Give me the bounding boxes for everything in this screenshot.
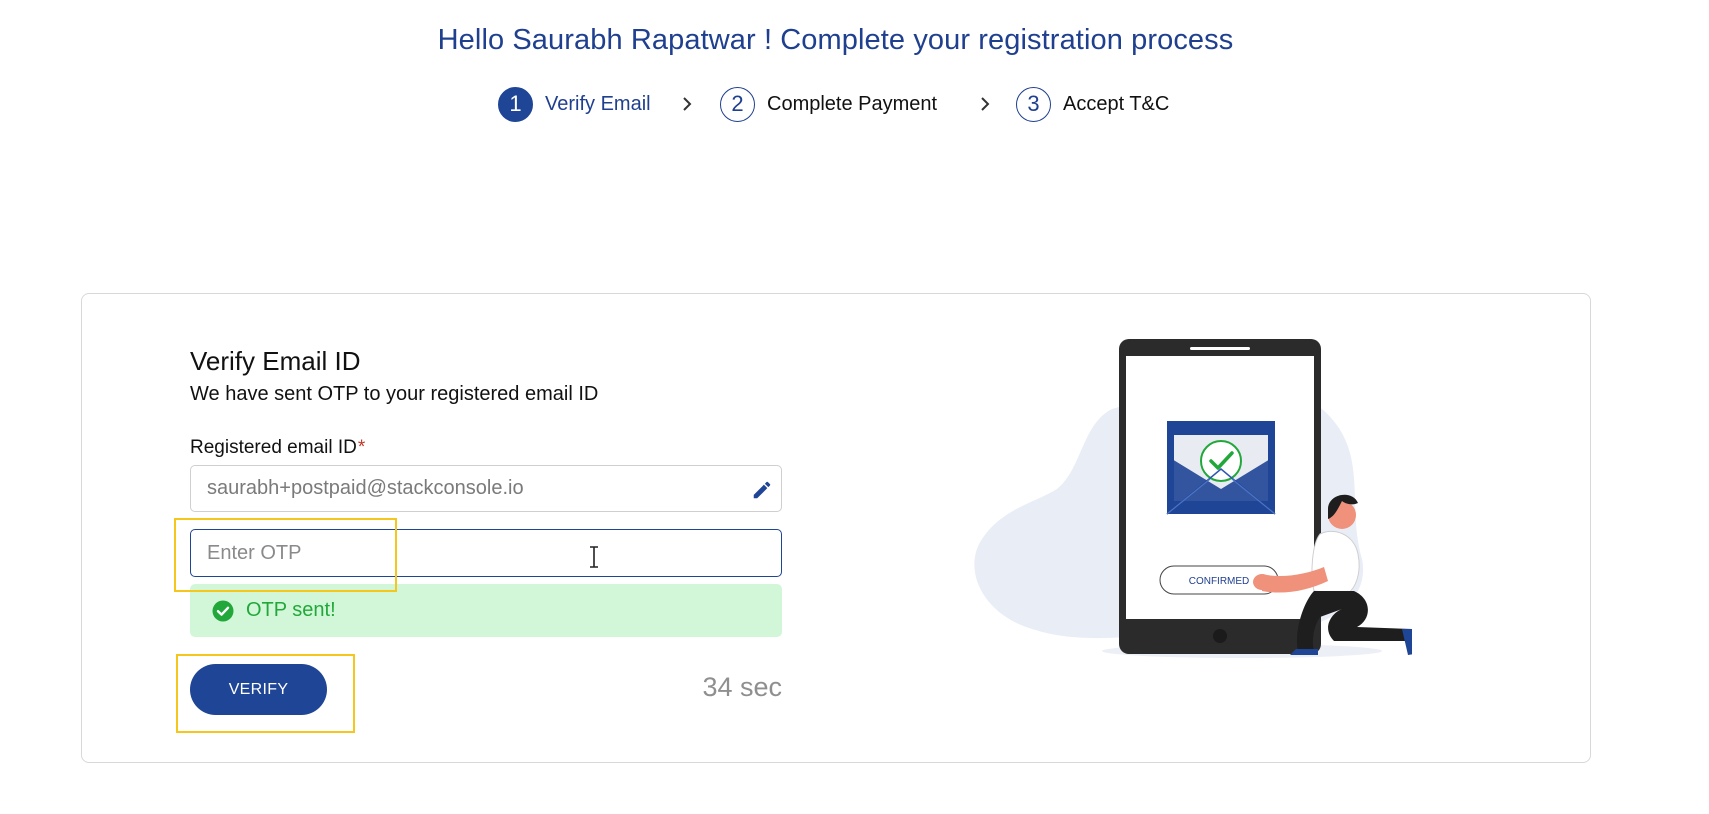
verify-button[interactable]: VERIFY — [190, 664, 327, 715]
step-complete-payment: 2 Complete Payment — [720, 84, 937, 124]
step-accept-tnc: 3 Accept T&C — [1016, 84, 1169, 124]
person-hand — [1253, 574, 1271, 590]
email-label-text: Registered email ID — [190, 437, 357, 458]
page-greeting: Hello Saurabh Rapatwar ! Complete your r… — [437, 24, 1234, 56]
email-confirmed-illustration: CONFIRMED — [974, 339, 1412, 658]
chevron-right-icon — [981, 97, 990, 111]
letter-check-circle — [1200, 440, 1242, 482]
registered-email-field: saurabh+postpaid@stackconsole.io — [190, 465, 782, 512]
otp-sent-alert: OTP sent! — [190, 584, 782, 637]
step-label: Complete Payment — [767, 92, 938, 115]
chevron-right-icon — [683, 97, 692, 111]
confirmed-badge-text: CONFIRMED — [1189, 576, 1250, 587]
resend-timer: 34 sec — [702, 672, 782, 702]
step-label: Accept T&C — [1063, 92, 1170, 115]
required-asterisk: * — [357, 437, 366, 458]
card-title: Verify Email ID — [190, 346, 361, 376]
phone-speaker — [1190, 347, 1250, 350]
step-label: Verify Email — [545, 92, 651, 115]
step-number: 2 — [720, 86, 755, 122]
email-value: saurabh+postpaid@stackconsole.io — [207, 477, 524, 499]
check-circle-icon — [212, 600, 234, 621]
step-verify-email: 1 Verify Email — [498, 84, 651, 124]
person-shoe-right — [1402, 629, 1412, 655]
text-cursor-icon — [590, 546, 598, 568]
alert-message: OTP sent! — [246, 599, 336, 621]
card-subtitle: We have sent OTP to your registered emai… — [190, 383, 599, 405]
otp-input[interactable] — [190, 529, 782, 577]
phone-home-button — [1213, 629, 1227, 643]
email-field-label: Registered email ID* — [190, 437, 365, 459]
registration-stepper: 1 Verify Email 2 Complete Payment 3 Acce… — [0, 84, 1709, 124]
step-number: 1 — [498, 86, 533, 122]
verify-email-card: Verify Email ID We have sent OTP to your… — [81, 293, 1591, 763]
pencil-icon[interactable] — [751, 479, 773, 501]
step-number: 3 — [1016, 86, 1051, 122]
